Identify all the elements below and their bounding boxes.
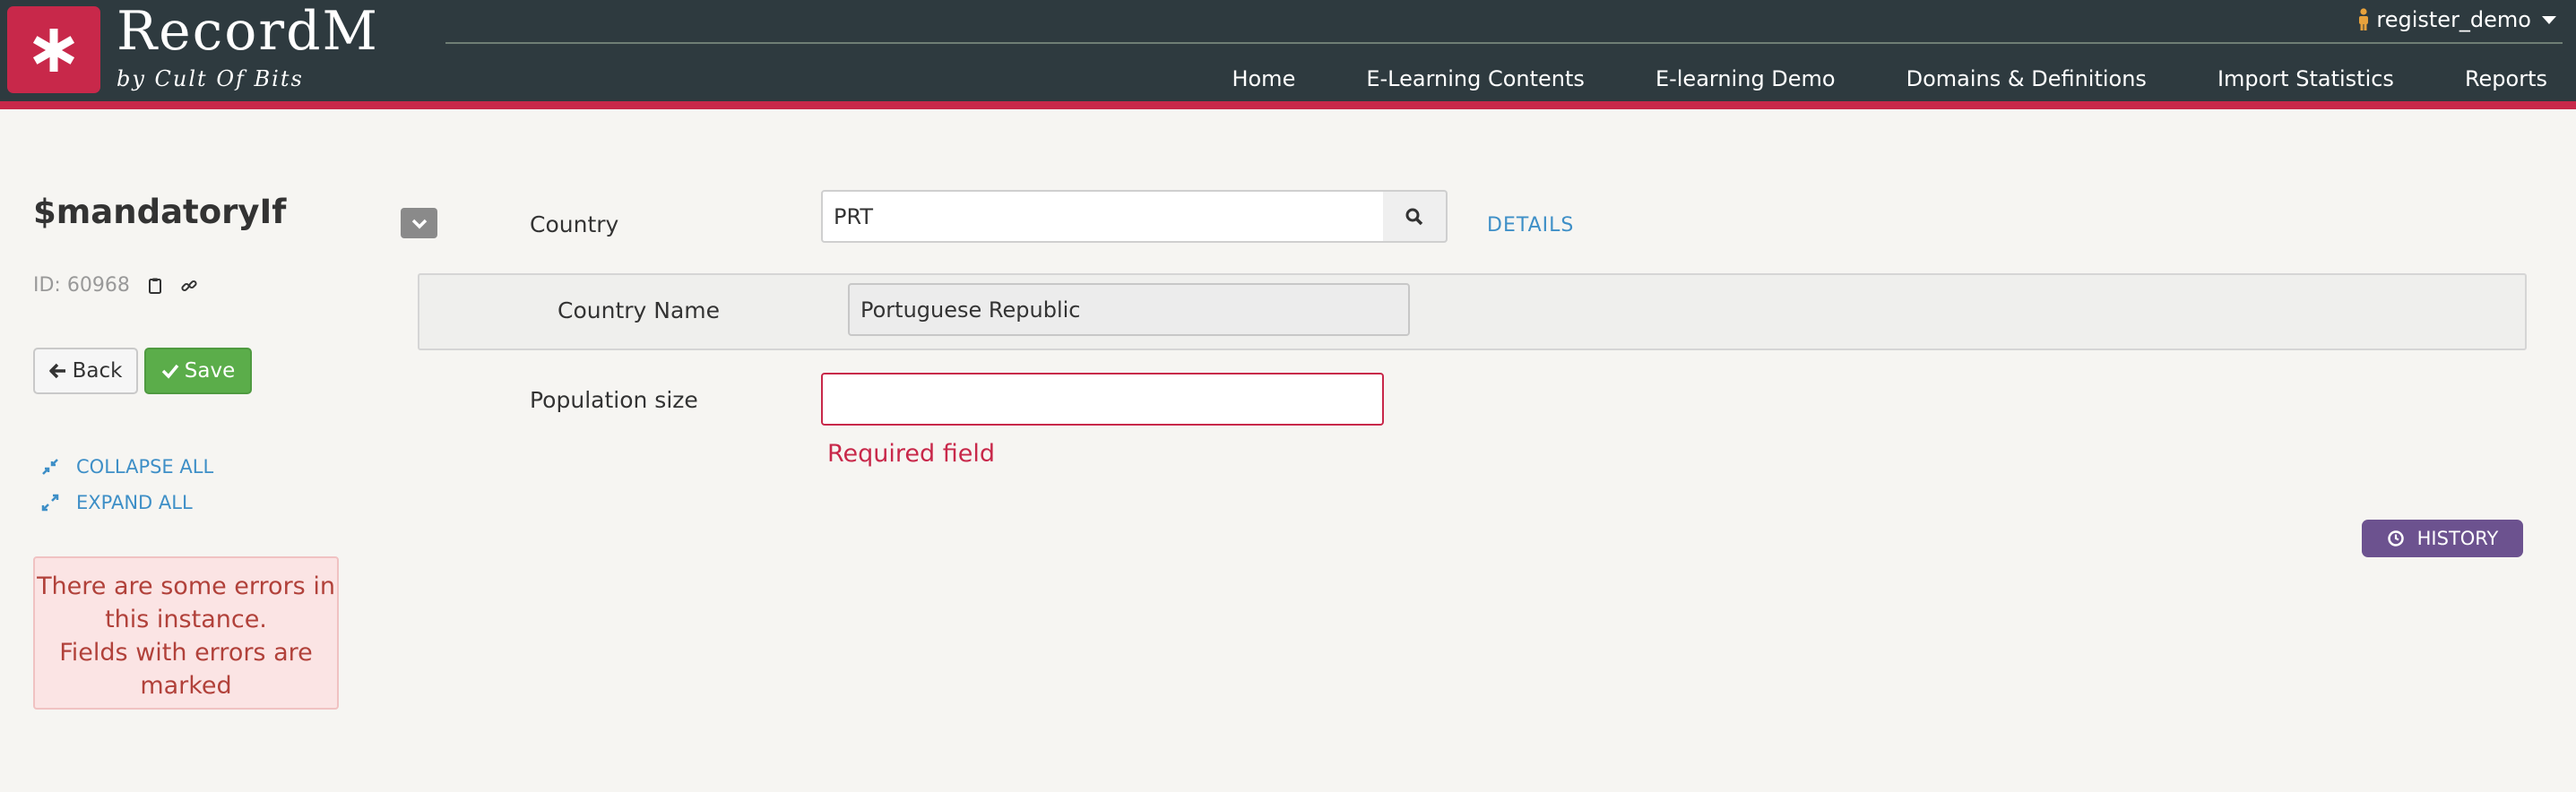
- back-label: Back: [72, 359, 123, 383]
- country-details-panel: [418, 273, 2527, 350]
- header-divider: [445, 42, 2563, 44]
- brand-tagline: by Cult Of Bits: [117, 66, 304, 91]
- check-icon: [161, 364, 179, 379]
- back-button[interactable]: Back: [33, 348, 138, 394]
- person-icon: [2359, 8, 2369, 30]
- expand-icon: [41, 494, 59, 512]
- instance-id-row: ID: 60968: [33, 274, 198, 297]
- header-accent-line: [0, 101, 2576, 109]
- nav-e-learning-contents[interactable]: E-Learning Contents: [1366, 66, 1585, 91]
- country-name-field: Portuguese Republic: [848, 283, 1410, 336]
- nav-import-statistics[interactable]: Import Statistics: [2217, 66, 2394, 91]
- page-title: $mandatoryIf: [33, 193, 287, 231]
- error-line: this instance.: [105, 606, 267, 633]
- link-icon[interactable]: [180, 277, 198, 295]
- expand-all-label: EXPAND ALL: [76, 492, 193, 513]
- clipboard-icon[interactable]: [146, 277, 164, 295]
- country-label: Country: [530, 211, 619, 237]
- error-line: Fields with errors are: [59, 639, 313, 667]
- compress-icon: [42, 459, 58, 475]
- expand-all-link[interactable]: EXPAND ALL: [40, 492, 193, 513]
- save-label: Save: [184, 359, 236, 383]
- country-input[interactable]: PRT: [821, 190, 1385, 243]
- required-field-message: Required field: [827, 440, 996, 468]
- nav-e-learning-demo[interactable]: E-learning Demo: [1655, 66, 1836, 91]
- population-size-label: Population size: [530, 387, 698, 413]
- app-logo[interactable]: [7, 6, 100, 93]
- collapse-all-label: COLLAPSE ALL: [76, 456, 214, 478]
- section-toggle-button[interactable]: [401, 208, 437, 238]
- nav-domains-definitions[interactable]: Domains & Definitions: [1906, 66, 2147, 91]
- arrow-left-icon: [48, 363, 65, 379]
- save-button[interactable]: Save: [144, 348, 252, 394]
- nav-reports[interactable]: Reports: [2465, 66, 2547, 91]
- population-size-input[interactable]: [821, 373, 1384, 426]
- instance-id: ID: 60968: [33, 274, 130, 297]
- search-icon: [1405, 208, 1423, 225]
- username: register_demo: [2376, 7, 2531, 32]
- history-button[interactable]: HISTORY: [2362, 520, 2523, 557]
- clock-icon: [2387, 530, 2404, 547]
- caret-down-icon: [2542, 15, 2556, 24]
- history-label: HISTORY: [2416, 528, 2499, 549]
- main-nav: Home E-Learning Contents E-learning Demo…: [1232, 66, 2547, 91]
- error-line: marked: [140, 672, 232, 700]
- asterisk-icon: [32, 28, 75, 72]
- nav-home[interactable]: Home: [1232, 66, 1295, 91]
- error-alert: There are some errors in this instance. …: [33, 556, 339, 710]
- country-search-button[interactable]: [1383, 190, 1448, 243]
- brand-name: RecordM: [117, 0, 379, 63]
- chevron-down-icon: [411, 219, 427, 229]
- user-menu[interactable]: register_demo: [2356, 7, 2556, 32]
- details-link[interactable]: DETAILS: [1487, 214, 1574, 237]
- collapse-all-link[interactable]: COLLAPSE ALL: [40, 456, 213, 478]
- top-header: RecordM by Cult Of Bits register_demo Ho…: [0, 0, 2576, 101]
- error-line: There are some errors in: [37, 572, 335, 600]
- country-name-label: Country Name: [558, 297, 721, 323]
